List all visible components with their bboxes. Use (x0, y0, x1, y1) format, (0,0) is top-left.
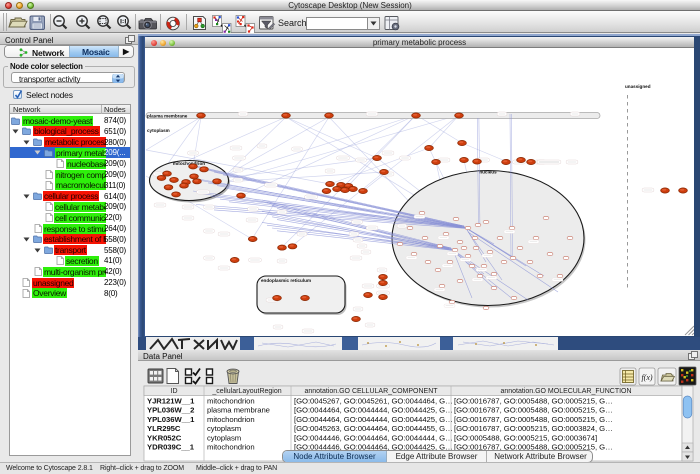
svg-text:[GO:0016787, GO:0005488, GO:00: [GO:0016787, GO:0005488, GO:0005215, G… (454, 406, 613, 415)
svg-text:cytoplasm: cytoplasm (207, 433, 241, 442)
svg-text:_cellularLayoutRegion: _cellularLayoutRegion (211, 388, 281, 395)
svg-text:YLR295C: YLR295C (147, 424, 181, 433)
svg-text:f(x): f(x) (641, 373, 652, 382)
svg-text:[GO:0016787, GO:0005488, GO:00: [GO:0016787, GO:0005488, GO:0005215, G… (454, 397, 613, 406)
svg-text:mitochondrion: mitochondrion (207, 415, 255, 424)
svg-text:plasma membrane: plasma membrane (207, 406, 270, 415)
svg-text:YPL036W__1: YPL036W__1 (147, 415, 195, 424)
svg-text:mitochondrion: mitochondrion (207, 443, 255, 452)
svg-text:[GO:0016787, GO:0005215, GO:00: [GO:0016787, GO:0005215, GO:0003824, G… (454, 424, 613, 433)
svg-text:YDR039C__1: YDR039C__1 (147, 443, 195, 452)
svg-text:nucleus: nucleus (479, 170, 497, 175)
svg-text:annotation.GO CELLULAR_COMPONE: annotation.GO CELLULAR_COMPONENT (304, 388, 438, 395)
svg-text:cytoplasm: cytoplasm (147, 128, 170, 133)
svg-text:ID: ID (171, 388, 178, 395)
svg-text:mitochondrion: mitochondrion (207, 397, 255, 406)
svg-text:YPL036W__2: YPL036W__2 (147, 406, 194, 415)
svg-text:plasma membrane: plasma membrane (147, 114, 188, 119)
svg-text:endoplasmic reticulum: endoplasmic reticulum (261, 278, 311, 283)
svg-text:[GO:0016787, GO:0005488, GO:00: [GO:0016787, GO:0005488, GO:0005215, G… (454, 415, 613, 424)
svg-text:unassigned: unassigned (625, 84, 651, 89)
svg-text:[GO:0044446, GO:0044464, GO:00: [GO:0044446, GO:0044464, GO:0044444, G… (294, 433, 453, 442)
svg-text:[GO:0045267, GO:0045261, GO:00: [GO:0045267, GO:0045261, GO:0044464, G… (294, 397, 453, 406)
svg-text:[GO:0045263, GO:0044464, GO:00: [GO:0045263, GO:0044464, GO:0044455, G… (294, 424, 453, 433)
svg-text:annotation.GO MOLECULAR_FUNCTI: annotation.GO MOLECULAR_FUNCTION (500, 388, 631, 395)
svg-text:[GO:0044464, GO:0044444, GO:00: [GO:0044464, GO:0044444, GO:0044425, G… (294, 415, 453, 424)
svg-text:cytoplasm: cytoplasm (207, 424, 241, 433)
svg-text:YKR052C: YKR052C (147, 433, 182, 442)
svg-text:Search:: Search: (278, 18, 309, 28)
svg-text:[GO:0005488, GO:0005215, GO:00: [GO:0005488, GO:0005215, GO:0003674] (454, 433, 597, 442)
svg-text:YJR121W__1: YJR121W__1 (147, 397, 195, 406)
svg-text:[GO:0044464, GO:0044444, GO:00: [GO:0044464, GO:0044444, GO:0044425, G… (294, 406, 453, 415)
